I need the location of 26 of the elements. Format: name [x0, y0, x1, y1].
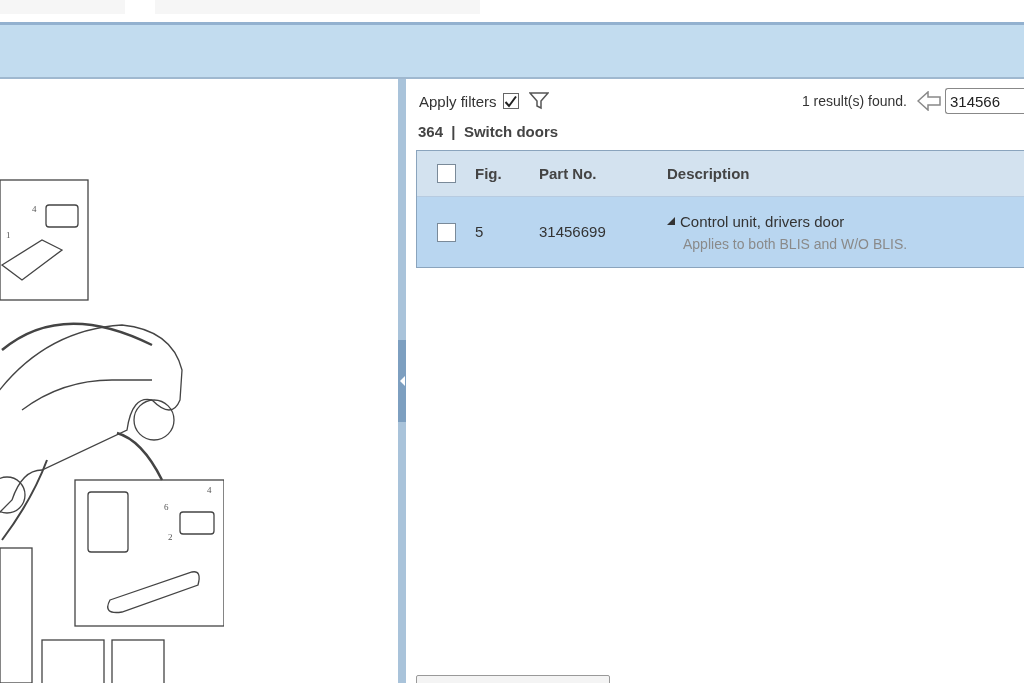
- table-row[interactable]: 5 31456699 Control unit, drivers door Applies to both BLIS and W/O BLIS.: [417, 197, 1024, 267]
- collapse-handle[interactable]: [398, 340, 406, 422]
- select-all-checkbox[interactable]: [436, 164, 456, 183]
- callout-number: 6: [164, 502, 169, 512]
- check-icon: [504, 94, 518, 108]
- apply-filters-label: Apply filters: [419, 92, 497, 110]
- table-cell: 5: [475, 223, 484, 240]
- group-title: 364 | Switch doors: [418, 123, 560, 140]
- row-checkbox[interactable]: [436, 222, 456, 242]
- part-search-field[interactable]: 314566: [945, 88, 1024, 114]
- part-description: Control unit, drivers door: [680, 212, 845, 230]
- callout-number: 2: [168, 532, 173, 542]
- column-header[interactable]: Part No.: [539, 164, 597, 182]
- callout-number: 4: [207, 485, 212, 495]
- part-note: Applies to both BLIS and W/O BLIS.: [683, 235, 909, 252]
- column-header[interactable]: Fig.: [475, 164, 502, 182]
- collapse-triangle-icon[interactable]: [667, 217, 675, 225]
- apply-filters-checkbox[interactable]: [502, 93, 519, 109]
- column-header[interactable]: Description: [667, 164, 750, 182]
- callout-number: 1: [6, 230, 11, 240]
- filter-icon[interactable]: [528, 92, 549, 110]
- chevron-left-icon: [399, 376, 405, 386]
- callout-number: 4: [32, 204, 37, 214]
- table-cell: 31456699: [539, 223, 606, 240]
- arrow-left-icon[interactable]: [917, 91, 941, 111]
- result-count: 1 result(s) found.: [801, 93, 907, 109]
